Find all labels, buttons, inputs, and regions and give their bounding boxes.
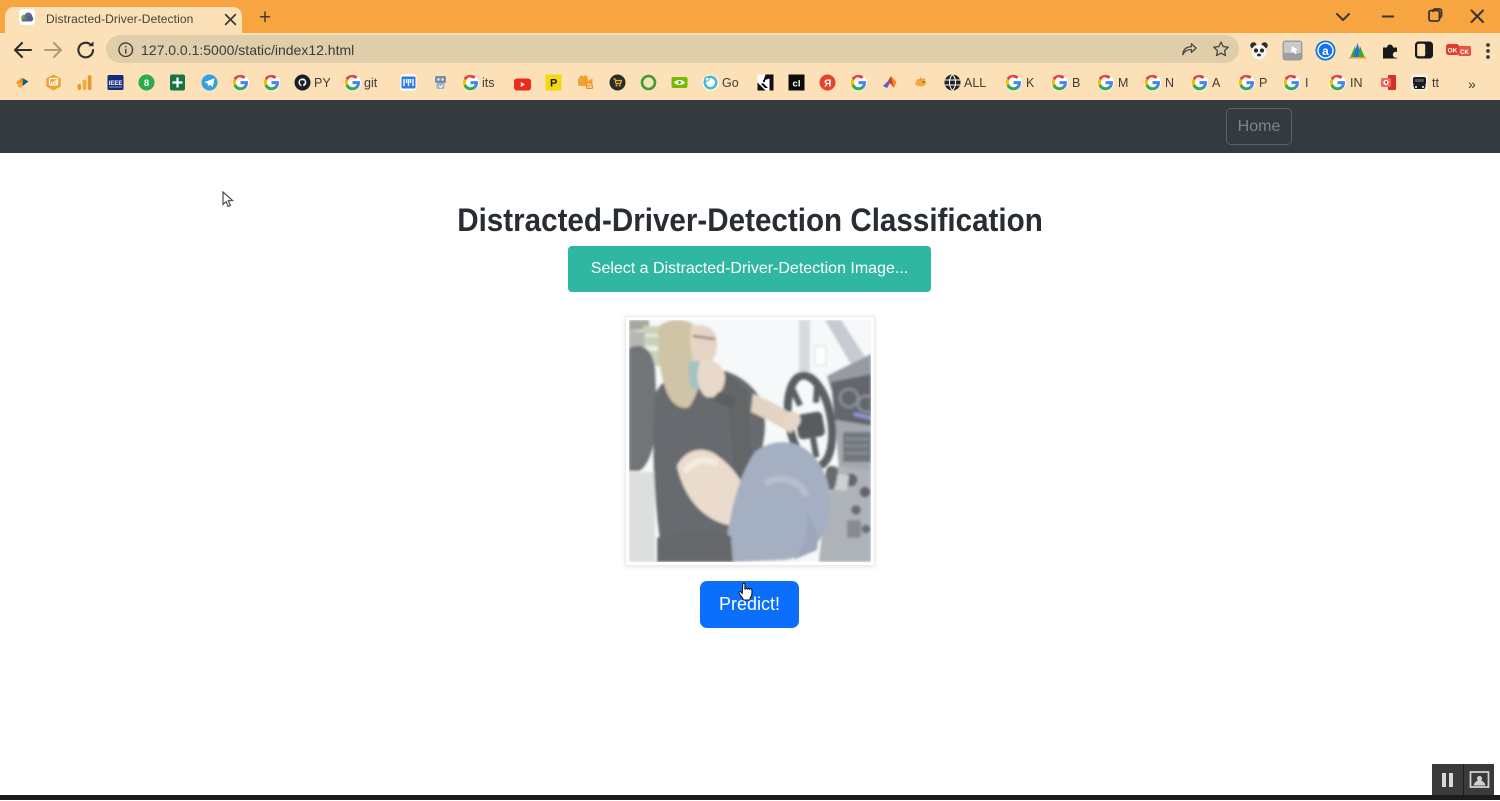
svg-text:Я: Я: [824, 78, 831, 89]
svg-text:CK: CK: [1460, 50, 1469, 56]
svg-text:a: a: [1322, 44, 1329, 58]
svg-text:8: 8: [143, 78, 148, 89]
svg-text:P: P: [550, 78, 557, 90]
svg-text:OK: OK: [586, 85, 592, 89]
svg-text:cl: cl: [792, 78, 800, 89]
svg-text:IEEE: IEEE: [108, 81, 122, 87]
svg-text:OK: OK: [1448, 48, 1458, 55]
